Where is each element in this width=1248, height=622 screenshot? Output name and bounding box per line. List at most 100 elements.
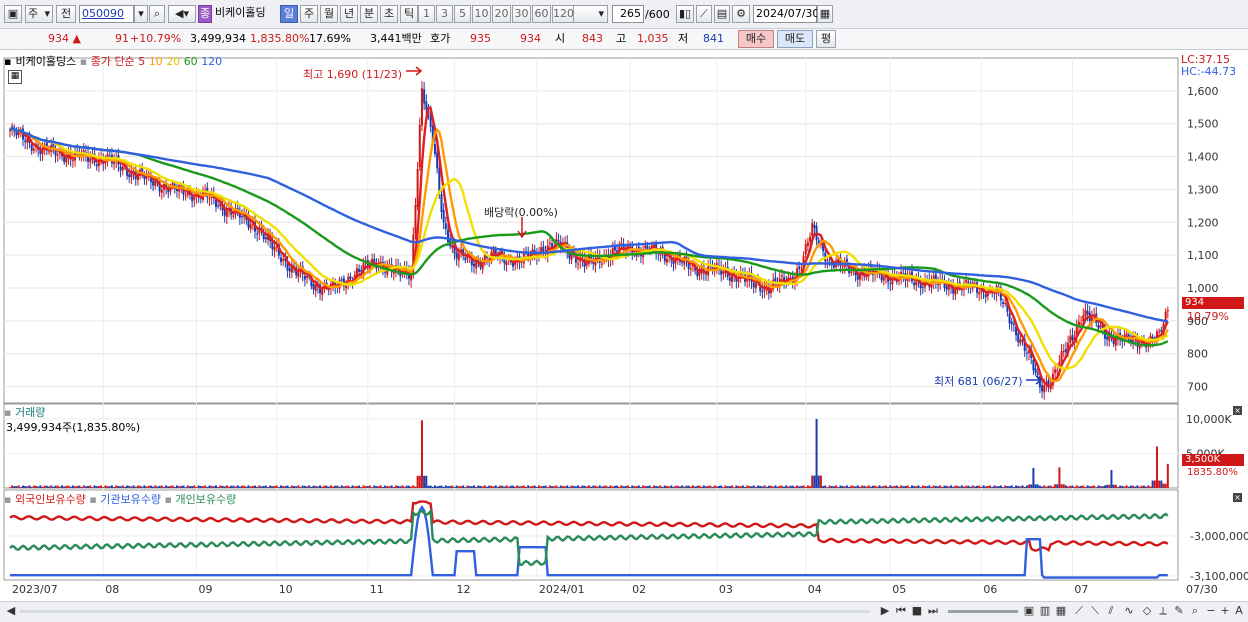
interval-dropdown[interactable]: ▾ xyxy=(572,5,608,23)
period-combo[interactable]: 주 ▾ xyxy=(25,5,53,23)
interval-button-60[interactable]: 60 xyxy=(532,5,551,23)
zoom-slider[interactable] xyxy=(948,610,1018,613)
speaker-icon[interactable]: ◀▾ xyxy=(168,5,196,23)
grid-icon[interactable]: ▦ xyxy=(1054,604,1068,618)
candle-body xyxy=(1017,333,1020,343)
gear-icon[interactable]: ⚙ xyxy=(732,5,750,23)
volume-bar xyxy=(1015,485,1018,488)
volume-bar xyxy=(377,486,380,488)
interval-button-3[interactable]: 3 xyxy=(436,5,453,23)
interval-button-10[interactable]: 10 xyxy=(472,5,491,23)
stop-icon[interactable]: ■ xyxy=(910,604,924,618)
rewind-icon[interactable]: ⏮ xyxy=(894,604,908,618)
line-tool-icon[interactable]: ⟋ xyxy=(696,5,712,23)
fibonacci-icon[interactable]: ⫽ xyxy=(1104,604,1118,618)
trend-tool-icon[interactable]: ⟋ xyxy=(1072,604,1086,618)
scroll-right-icon[interactable]: ▶ xyxy=(878,604,892,618)
volume-bar xyxy=(908,487,911,488)
volume-bar xyxy=(405,485,408,488)
fast-forward-icon[interactable]: ⏭ xyxy=(926,604,940,618)
candle-body xyxy=(754,282,757,289)
volume-bar xyxy=(325,485,328,488)
curve-tool-icon[interactable]: ∿ xyxy=(1122,604,1136,618)
volume-tag-pct: 1835.80% xyxy=(1187,467,1238,478)
period-button-3[interactable]: 년 xyxy=(340,5,358,23)
interval-button-1[interactable]: 1 xyxy=(418,5,435,23)
volume-bar xyxy=(1147,485,1150,488)
panel-toggle-icon[interactable]: ▪ xyxy=(4,493,11,506)
panel-toggle-icon[interactable]: ▪ xyxy=(80,55,87,68)
period-button-0[interactable]: 일 xyxy=(280,5,298,23)
sell-button[interactable]: 매도 xyxy=(777,30,813,48)
panel-toggle-icon[interactable]: ▪ xyxy=(4,55,12,68)
candle-body xyxy=(752,282,755,288)
volume-bar xyxy=(193,485,196,488)
hc-value: HC:-44.73 xyxy=(1181,65,1237,78)
zoom-icon[interactable]: ⌕ xyxy=(1188,604,1202,618)
screenshot-icon[interactable]: ▣ xyxy=(1022,604,1036,618)
buy-button[interactable]: 매수 xyxy=(738,30,774,48)
volume-bar xyxy=(934,485,937,488)
line-tool-icon[interactable]: ⟍ xyxy=(1088,604,1102,618)
volume-bar xyxy=(360,487,363,488)
time-tick-label: 07/30 xyxy=(1186,583,1218,596)
candle-type-icon[interactable]: ▮▯ xyxy=(676,5,694,23)
pencil-icon[interactable]: ✎ xyxy=(1172,604,1186,618)
volume-bar xyxy=(767,485,770,488)
interval-button-30[interactable]: 30 xyxy=(512,5,531,23)
scroll-left-icon[interactable]: ◀ xyxy=(4,604,18,618)
compare-combo[interactable]: 전 xyxy=(56,5,76,23)
period-button-6[interactable]: 틱 xyxy=(400,5,418,23)
volume-bar xyxy=(499,485,502,488)
volume-bar xyxy=(802,485,805,488)
panel-toggle-icon[interactable]: ▪ xyxy=(165,493,172,506)
interval-button-5[interactable]: 5 xyxy=(454,5,471,23)
calendar-icon[interactable]: ▦ xyxy=(817,5,833,23)
volume-bar xyxy=(347,485,350,488)
volume-bar xyxy=(973,486,976,488)
price-tick-label: 1,200 xyxy=(1187,216,1219,229)
panel-toggle-icon[interactable]: ▪ xyxy=(89,493,96,506)
price-tick-label: 800 xyxy=(1187,348,1208,361)
period-button-5[interactable]: 초 xyxy=(380,5,398,23)
volume-bar xyxy=(663,485,666,488)
interval-button-20[interactable]: 20 xyxy=(492,5,511,23)
candle-body xyxy=(804,243,807,255)
close-panel-icon[interactable]: × xyxy=(1233,493,1242,502)
volume-bar xyxy=(475,487,478,488)
window-icon[interactable]: ▣ xyxy=(4,5,22,23)
text-tool-icon[interactable]: A xyxy=(1232,604,1246,618)
volume-bar xyxy=(950,485,953,488)
save-icon[interactable]: ▤ xyxy=(714,5,730,23)
evaluate-button[interactable]: 평 xyxy=(816,30,836,48)
zoom-out-icon[interactable]: − xyxy=(1204,604,1218,618)
volume-bar xyxy=(95,486,98,488)
volume-bar xyxy=(813,475,816,488)
measure-icon[interactable]: ⟂ xyxy=(1156,604,1170,618)
ma-period-5: 5 xyxy=(138,55,146,68)
close-panel-icon[interactable]: × xyxy=(1233,406,1242,415)
candle-body xyxy=(1004,302,1007,304)
grid-toggle-icon[interactable]: ▦ xyxy=(8,70,22,84)
volume-bar xyxy=(214,485,217,488)
panel-toggle-icon[interactable]: ▪ xyxy=(4,406,11,419)
candle-body xyxy=(420,88,423,126)
ma-period-60: 60 xyxy=(183,55,198,68)
stock-code-input[interactable]: 050090 xyxy=(79,5,134,23)
zoom-in-icon[interactable]: + xyxy=(1218,604,1232,618)
chart-area[interactable]: 1,600 1,500 1,400 1,300 1,200 1,100 1,000 900 80… xyxy=(0,50,1248,600)
search-icon[interactable]: ⌕ xyxy=(149,5,165,23)
period-button-4[interactable]: 분 xyxy=(360,5,378,23)
chart-type-icon[interactable]: ▥ xyxy=(1038,604,1052,618)
volume-bar xyxy=(149,485,152,488)
date-input[interactable]: 2024/07/30 xyxy=(753,5,819,23)
count-input[interactable]: 265 xyxy=(612,5,644,23)
period-button-2[interactable]: 월 xyxy=(320,5,338,23)
interval-button-120[interactable]: 120 xyxy=(552,5,574,23)
period-button-1[interactable]: 주 xyxy=(300,5,318,23)
shape-tool-icon[interactable]: ◇ xyxy=(1140,604,1154,618)
chart-canvas[interactable]: 1,6001,5001,4001,3001,2001,1001,00090080… xyxy=(0,50,1248,600)
code-dropdown-chevron-icon[interactable]: ▾ xyxy=(134,5,148,23)
scroll-track[interactable] xyxy=(20,610,870,613)
volume-bar xyxy=(744,487,747,488)
